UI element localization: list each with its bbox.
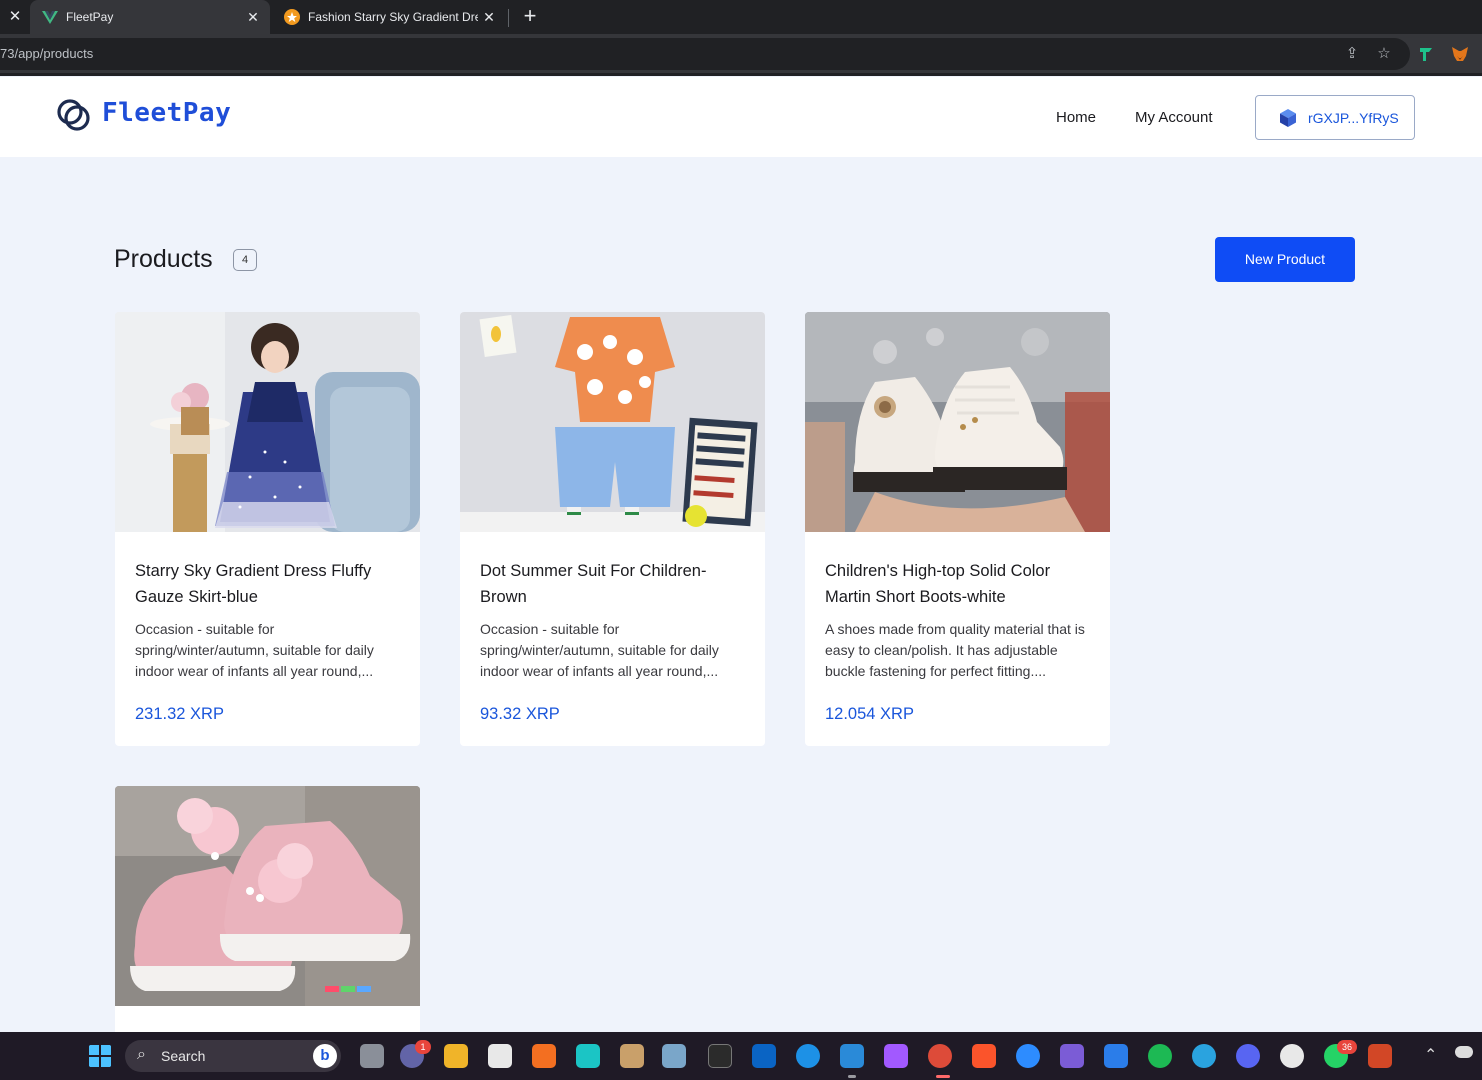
tab-fashion-dress[interactable]: Fashion Starry Sky Gradient Dress ✕	[272, 0, 506, 34]
clapperboard-icon[interactable]	[1060, 1044, 1084, 1068]
product-image[interactable]	[460, 312, 765, 532]
outlook-icon[interactable]	[752, 1044, 776, 1068]
product-card[interactable]: Starry Sky Gradient Dress Fluffy Gauze S…	[115, 312, 420, 746]
share-icon[interactable]: ⇪	[1343, 45, 1361, 63]
product-name[interactable]: Children's High-top Solid Color Martin S…	[825, 558, 1095, 610]
docker-icon[interactable]	[796, 1044, 820, 1068]
bookmark-star-icon[interactable]: ☆	[1375, 45, 1393, 63]
spotify-icon[interactable]	[1148, 1044, 1172, 1068]
bing-icon[interactable]: b	[313, 1044, 337, 1068]
product-image[interactable]	[115, 786, 420, 1006]
taskbar-search[interactable]: ⌕ Search b	[125, 1040, 341, 1072]
close-tab-icon[interactable]: ✕	[244, 8, 262, 26]
product-card[interactable]: Children's High-top Solid Color Martin S…	[805, 312, 1110, 746]
product-card[interactable]: Dot Summer Suit For Children- Brown Occa…	[460, 312, 765, 746]
zoom-icon[interactable]	[1016, 1044, 1040, 1068]
app-header: FleetPay Home My Account rGXJP...YfRyS	[0, 77, 1482, 157]
windows-start-icon[interactable]	[88, 1044, 112, 1068]
powerpoint-icon[interactable]	[1368, 1044, 1392, 1068]
url-text[interactable]: 73/app/products	[0, 46, 93, 61]
brand-name[interactable]: FleetPay	[102, 98, 231, 128]
whatsapp-notification-badge: 36	[1337, 1040, 1357, 1054]
product-name[interactable]: Dot Summer Suit For Children- Brown	[480, 558, 750, 610]
close-icon[interactable]: ✕	[6, 8, 24, 26]
product-price: 93.32 XRP	[480, 705, 560, 723]
discord-icon[interactable]	[1236, 1044, 1260, 1068]
fleetpay-logo-icon[interactable]	[54, 95, 94, 135]
browser-address-bar: 73/app/products ⇪ ☆	[0, 34, 1482, 76]
telegram-icon[interactable]	[1192, 1044, 1216, 1068]
product-description: Occasion - suitable for spring/winter/au…	[135, 621, 374, 679]
product-price: 231.32 XRP	[135, 705, 224, 723]
package-icon[interactable]	[620, 1044, 644, 1068]
todo-icon[interactable]	[1104, 1044, 1128, 1068]
xampp-icon[interactable]	[532, 1044, 556, 1068]
search-icon: ⌕	[137, 1046, 146, 1063]
product-image[interactable]	[115, 312, 420, 532]
metamask-fox-icon[interactable]	[1450, 44, 1470, 64]
product-description: A shoes made from quality material that …	[825, 621, 1085, 679]
microsoft-store-icon[interactable]	[488, 1044, 512, 1068]
slack-icon[interactable]	[1280, 1044, 1304, 1068]
vscode-icon[interactable]	[840, 1044, 864, 1068]
product-image[interactable]	[805, 312, 1110, 532]
terminal-icon[interactable]	[708, 1044, 732, 1068]
store-favicon-icon	[284, 9, 300, 25]
product-price: 12.054 XRP	[825, 705, 914, 723]
wallet-address-button[interactable]: rGXJP...YfRyS	[1255, 95, 1415, 140]
wallet-address: rGXJP...YfRyS	[1308, 110, 1399, 126]
file-explorer-icon[interactable]	[444, 1044, 468, 1068]
close-tab-icon[interactable]: ✕	[480, 8, 498, 26]
extension-icon[interactable]	[1416, 44, 1436, 64]
running-indicator	[848, 1075, 856, 1078]
task-view-icon[interactable]	[360, 1044, 384, 1068]
tab-title: Fashion Starry Sky Gradient Dress	[308, 10, 478, 24]
vue-logo-icon	[42, 11, 58, 24]
tab-divider	[508, 9, 509, 27]
windows-taskbar: ⌕ Search b 1 36 ⌃	[0, 1032, 1482, 1080]
tab-title: FleetPay	[66, 10, 114, 24]
omnibox[interactable]: 73/app/products ⇪ ☆	[0, 38, 1410, 70]
chrome-icon[interactable]	[928, 1044, 952, 1068]
browser-tab-bar: ✕ FleetPay ✕ Fashion Starry Sky Gradient…	[0, 0, 1482, 34]
new-tab-icon[interactable]: +	[518, 5, 542, 29]
teams-notification-badge: 1	[415, 1040, 431, 1054]
nav-my-account-link[interactable]: My Account	[1135, 109, 1213, 126]
active-app-indicator	[936, 1075, 950, 1078]
figma-icon[interactable]	[884, 1044, 908, 1068]
nav-home-link[interactable]: Home	[1056, 109, 1096, 126]
chevron-up-icon[interactable]: ⌃	[1424, 1045, 1437, 1065]
product-count-badge: 4	[233, 249, 257, 271]
brave-icon[interactable]	[972, 1044, 996, 1068]
new-product-button[interactable]: New Product	[1215, 237, 1355, 282]
onedrive-cloud-icon[interactable]	[1455, 1046, 1473, 1058]
product-name[interactable]: Starry Sky Gradient Dress Fluffy Gauze S…	[135, 558, 405, 610]
search-label: Search	[161, 1048, 206, 1064]
product-description: Occasion - suitable for spring/winter/au…	[480, 621, 719, 679]
wallet-cube-icon	[1280, 109, 1296, 127]
tab-fleetpay[interactable]: FleetPay ✕	[30, 0, 270, 34]
cube-app-icon[interactable]	[576, 1044, 600, 1068]
keyboard-app-icon[interactable]	[662, 1044, 686, 1068]
page-title: Products	[114, 245, 213, 273]
